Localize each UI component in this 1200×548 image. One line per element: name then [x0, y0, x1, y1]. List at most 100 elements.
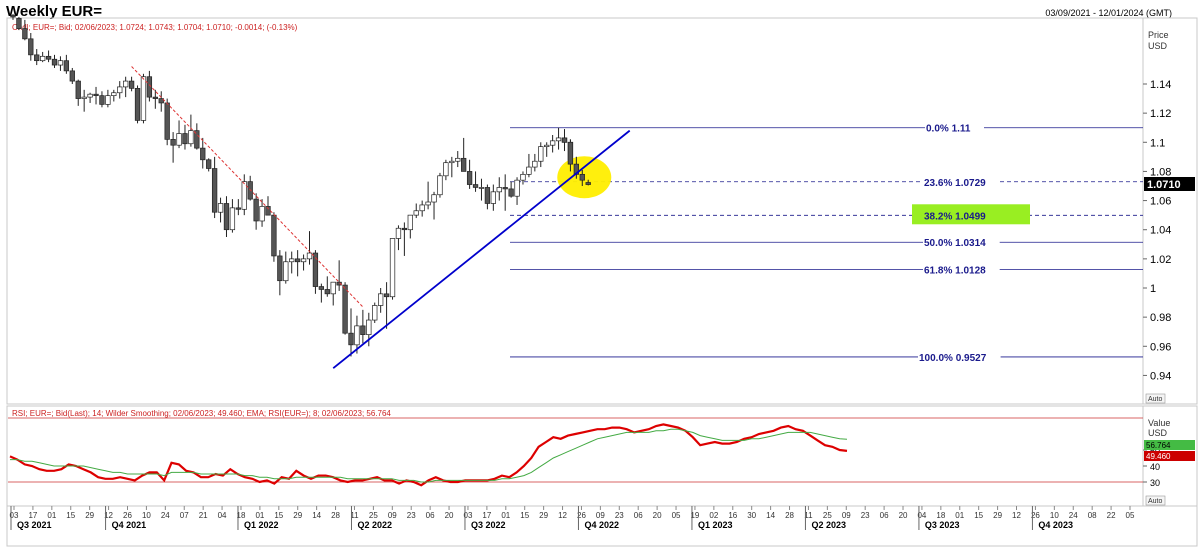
quarter-label: Q4 2023 — [1038, 520, 1073, 530]
candle-down — [567, 141, 574, 165]
candle-up — [437, 175, 443, 196]
candle-down — [164, 102, 170, 140]
time-tick-label: 14 — [766, 511, 775, 520]
time-tick-label: 07 — [180, 511, 189, 520]
candle-down — [28, 38, 34, 56]
chart-canvas[interactable]: Cndl; EUR=; Bid; 02/06/2023; 1.0724; 1.0… — [0, 0, 1200, 548]
candle-up — [354, 325, 360, 346]
time-tick-label: 29 — [85, 511, 94, 520]
candle-down — [579, 173, 585, 181]
candle-up — [389, 238, 396, 298]
candle-up — [111, 92, 117, 97]
candle-up — [259, 206, 265, 222]
candle-down — [294, 258, 301, 263]
time-tick-label: 02 — [709, 511, 718, 520]
time-tick-label: 06 — [880, 511, 889, 520]
fib-label: 38.2% 1.0499 — [924, 211, 986, 222]
time-tick-label: 09 — [388, 511, 397, 520]
time-tick-label: 23 — [407, 511, 416, 520]
price-tick-label: 1.02 — [1150, 254, 1171, 266]
candle-down — [472, 184, 479, 188]
price-axis-unit: USD — [1148, 41, 1168, 51]
time-tick-label: 22 — [1107, 511, 1116, 520]
candle-down — [461, 157, 467, 172]
price-tick-label: 1.08 — [1150, 166, 1171, 178]
time-tick-label: 15 — [66, 511, 75, 520]
fib-label: 50.0% 1.0314 — [924, 238, 986, 249]
candle-up — [372, 305, 378, 321]
time-tick-label: 29 — [993, 511, 1002, 520]
candle-up — [478, 187, 485, 189]
price-axis-title: Price — [1148, 30, 1169, 40]
quarter-label: Q2 2023 — [811, 520, 846, 530]
price-legend: Cndl; EUR=; Bid; 02/06/2023; 1.0724; 1.0… — [12, 23, 298, 32]
candle-down — [253, 198, 259, 222]
candle-up — [490, 191, 496, 204]
candle-down — [63, 60, 70, 72]
candle-up — [117, 86, 123, 94]
candle-up — [544, 144, 550, 148]
candle-up — [366, 319, 372, 335]
time-tick-label: 15 — [520, 511, 529, 520]
candle-down — [206, 159, 212, 169]
time-tick-label: 01 — [47, 511, 56, 520]
candle-up — [449, 160, 455, 164]
rsi-auto-label: Auto — [1148, 498, 1163, 505]
candle-up — [538, 146, 544, 162]
candle-up — [526, 166, 532, 175]
candle-up — [306, 252, 313, 260]
candle-up — [555, 137, 562, 142]
rsi-line — [9, 423, 848, 487]
time-tick-label: 12 — [1012, 511, 1021, 520]
current-price-tag: 1.0710 — [1147, 179, 1181, 191]
time-tick-label: 06 — [426, 511, 435, 520]
candle-up — [217, 203, 224, 213]
time-tick-label: 25 — [823, 511, 832, 520]
price-tick-label: 0.94 — [1150, 370, 1171, 382]
candle-down — [211, 168, 218, 213]
rsi-tick-label: 30 — [1150, 478, 1160, 488]
candle-down — [324, 289, 330, 295]
candle-up — [419, 204, 425, 212]
price-tick-label: 0.96 — [1150, 341, 1171, 353]
time-tick-label: 16 — [728, 511, 737, 520]
candle-down — [75, 80, 81, 99]
candle-down — [10, 15, 16, 18]
time-tick-label: 06 — [634, 511, 643, 520]
candle-down — [271, 214, 277, 257]
candle-up — [496, 187, 502, 193]
candle-down — [170, 139, 176, 146]
candle-down — [134, 88, 141, 121]
time-tick-label: 09 — [596, 511, 605, 520]
ema-line — [10, 428, 848, 483]
candle-down — [401, 227, 408, 231]
candle-up — [549, 140, 556, 146]
time-tick-label: 10 — [142, 511, 151, 520]
candle-down — [152, 96, 158, 99]
candle-down — [51, 58, 58, 66]
time-tick-label: 25 — [369, 511, 378, 520]
candle-down — [45, 55, 52, 60]
price-tick-label: 1.14 — [1150, 79, 1171, 91]
candle-down — [128, 80, 135, 89]
candle-up — [532, 160, 538, 168]
candle-down — [383, 293, 390, 298]
candle-up — [188, 130, 194, 145]
price-tick-label: 0.98 — [1150, 312, 1171, 324]
quarter-label: Q4 2022 — [584, 520, 619, 530]
candle-up — [176, 133, 182, 146]
quarter-label: Q4 2021 — [112, 520, 147, 530]
time-tick-label: 04 — [218, 511, 227, 520]
time-tick-label: 24 — [1069, 511, 1078, 520]
price-tick-label: 1.04 — [1150, 225, 1171, 237]
time-tick-label: 05 — [672, 511, 681, 520]
candle-up — [395, 227, 402, 239]
rsi-panel-frame — [6, 405, 1144, 507]
time-tick-label: 20 — [445, 511, 454, 520]
quarter-label: Q2 2022 — [357, 520, 392, 530]
downtrend-line — [131, 66, 364, 308]
time-tick-label: 15 — [274, 511, 283, 520]
time-tick-label: 20 — [899, 511, 908, 520]
candle-up — [300, 258, 307, 263]
time-tick-label: 12 — [558, 511, 567, 520]
